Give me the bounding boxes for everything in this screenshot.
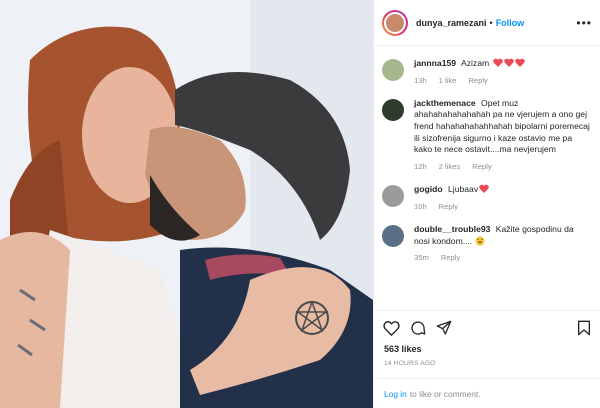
reply-button[interactable]: Reply [468, 76, 487, 86]
comment-text: Azizam [460, 58, 490, 68]
share-paper-plane-icon[interactable] [436, 320, 452, 336]
comment-item: jackthemenace Opet muz ahahahahahahahah … [382, 98, 590, 172]
commenter-avatar[interactable] [382, 185, 404, 208]
comment-item: double__trouble93 Kažite gospodinu da no… [382, 224, 590, 263]
post-header: dunya_ramezani • Follow ••• [374, 0, 600, 46]
reply-button[interactable]: Reply [439, 202, 458, 212]
comment-bubble-icon[interactable] [410, 320, 426, 336]
heart-icon [492, 58, 503, 67]
author-username[interactable]: dunya_ramezani [416, 18, 487, 28]
post-photo[interactable] [0, 0, 373, 408]
like-heart-icon[interactable] [383, 320, 400, 336]
login-prompt: Log in to like or comment. [374, 378, 600, 408]
comment-username[interactable]: jannna159 [414, 58, 456, 68]
commenter-avatar[interactable] [382, 98, 404, 121]
comment-time: 35m [414, 253, 429, 263]
comment-text: Ljubaav [448, 184, 479, 195]
heart-icon [479, 184, 489, 194]
reply-button[interactable]: Reply [441, 253, 460, 263]
reply-button[interactable]: Reply [472, 162, 491, 172]
author-avatar[interactable] [382, 9, 408, 36]
login-prompt-text: to like or comment. [409, 388, 481, 399]
more-options-icon[interactable]: ••• [576, 16, 592, 30]
comment-list: jannna159 Azizam 13h 1 like Reply jackth… [374, 46, 600, 310]
post-timestamp: 14 HOURS AGO [384, 360, 436, 367]
commenter-avatar[interactable] [382, 59, 404, 81]
comment-time: 10h [414, 201, 427, 211]
commenter-avatar[interactable] [382, 224, 404, 247]
follow-button[interactable]: Follow [496, 18, 525, 28]
comment-item: jannna159 Azizam 13h 1 like Reply [382, 58, 590, 86]
post-side-panel: dunya_ramezani • Follow ••• jannna159 Az… [373, 0, 600, 408]
comment-time: 12h [414, 161, 427, 171]
heart-icon [514, 58, 525, 67]
comment-likes[interactable]: 2 likes [439, 162, 461, 172]
action-bar [374, 310, 600, 344]
separator-dot: • [489, 17, 493, 28]
post-photo-image [0, 0, 373, 408]
likes-count[interactable]: 563 likes [374, 344, 600, 356]
laughing-face-icon [475, 235, 485, 246]
heart-icon [503, 58, 514, 67]
bookmark-icon[interactable] [577, 320, 591, 336]
comment-username[interactable]: gogido [414, 184, 443, 194]
comment-item: gogido Ljubaav 10h Reply [382, 184, 590, 212]
comment-likes[interactable]: 1 like [439, 76, 457, 86]
comment-username[interactable]: double__trouble93 [414, 224, 490, 234]
comment-time: 13h [414, 75, 427, 85]
comment-username[interactable]: jackthemenace [414, 98, 476, 108]
login-link[interactable]: Log in [384, 389, 407, 399]
